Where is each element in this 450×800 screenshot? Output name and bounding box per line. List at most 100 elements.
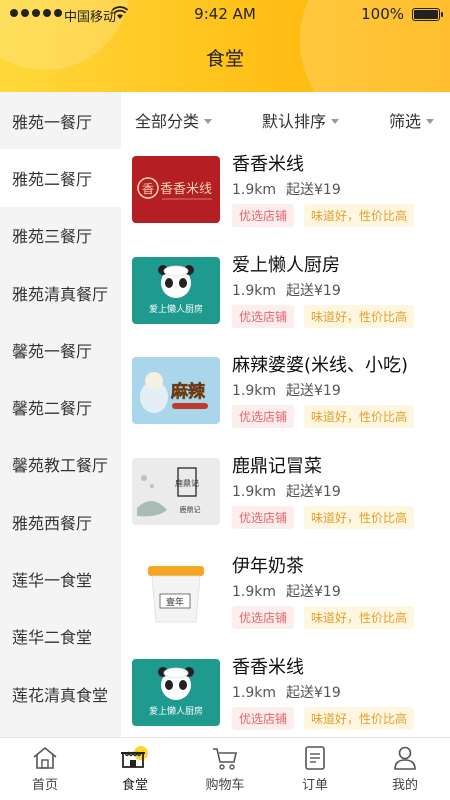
shop-distance: 1.9km (232, 283, 277, 299)
shop-tags: 优选店铺 味道好，性价比高 (232, 204, 415, 227)
shop-tags: 优选店铺 味道好，性价比高 (232, 506, 415, 529)
shop-meta: 1.9km 起送¥19 (232, 481, 351, 501)
shop-card[interactable]: 香 香香米线 香香米线 1.9km 起送¥19 优选店铺 味道好，性价比高 (121, 154, 450, 256)
shop-min-order: 起送¥19 (286, 484, 341, 500)
canteen-sidebar: 雅苑一餐厅 雅苑二餐厅 雅苑三餐厅 雅苑清真餐厅 馨苑一餐厅 馨苑二餐厅 馨苑教… (0, 92, 121, 737)
featured-badge: 优选店铺 (232, 506, 295, 529)
shop-card[interactable]: 爱上懒人厨房 香香米线 1.9km 起送¥19 优选店铺 味道好，性价比高 (121, 657, 450, 737)
profile-icon (394, 746, 416, 770)
shop-logo-text: 爱上懒人厨房 (149, 705, 203, 717)
sidebar-item-label: 馨苑教工餐厅 (12, 456, 109, 476)
header-bar: 中国移动 9:42 AM 100% 食堂 (0, 0, 450, 92)
sidebar-item-label: 雅苑西餐厅 (12, 513, 93, 533)
sidebar-item-label: 莲华二食堂 (12, 628, 93, 648)
shop-distance: 1.9km (232, 182, 277, 198)
sidebar-item-label: 雅苑一餐厅 (12, 112, 93, 132)
caret-down-icon (204, 118, 213, 124)
shop-image: 爱上懒人厨房 (132, 257, 220, 324)
shop-meta: 1.9km 起送¥19 (232, 179, 351, 199)
sidebar-item[interactable]: 雅苑三餐厅 (0, 207, 121, 264)
filter-bar: 全部分类 默认排序 筛选 (121, 92, 450, 148)
sidebar-item[interactable]: 莲华二食堂 (0, 608, 121, 665)
svg-text:香: 香 (142, 182, 154, 196)
screen-filter-label: 筛选 (388, 112, 421, 131)
featured-badge: 优选店铺 (232, 305, 295, 328)
category-filter-label: 全部分类 (135, 112, 200, 131)
shop-image: 壹年 (132, 558, 220, 625)
status-bar: 中国移动 9:42 AM 100% (0, 0, 450, 30)
shop-name: 鹿鼎记冒菜 (232, 456, 322, 477)
shop-tags: 优选店铺 味道好，性价比高 (232, 305, 415, 328)
review-badge: 味道好，性价比高 (304, 606, 415, 629)
shop-name: 香香米线 (232, 657, 304, 678)
home-icon (33, 746, 57, 769)
order-icon (305, 746, 325, 770)
shop-min-order: 起送¥19 (286, 283, 341, 299)
shop-image: 爱上懒人厨房 (132, 659, 220, 726)
review-badge: 味道好，性价比高 (304, 204, 415, 227)
shop-name: 麻辣婆婆(米线、小吃) (232, 355, 409, 376)
shop-list-panel: 全部分类 默认排序 筛选 香 香香米线 香香米线 1.9km 起送¥19 优选店铺… (121, 92, 450, 737)
featured-badge: 优选店铺 (232, 204, 295, 227)
shop-tags: 优选店铺 味道好，性价比高 (232, 606, 415, 629)
shop-card[interactable]: 鹿鼎记 鹿鼎记 鹿鼎记冒菜 1.9km 起送¥19 优选店铺 味道好，性价比高 (121, 456, 450, 558)
tab-profile[interactable]: 我的 (360, 738, 450, 800)
shop-tags: 优选店铺 味道好，性价比高 (232, 405, 415, 428)
sidebar-item[interactable]: 莲花清真食堂 (0, 665, 121, 722)
shop-card[interactable]: 爱上懒人厨房 爱上懒人厨房 1.9km 起送¥19 优选店铺 味道好，性价比高 (121, 255, 450, 357)
sidebar-item[interactable]: 莲华一食堂 (0, 550, 121, 607)
sidebar-item[interactable]: 馨苑教工餐厅 (0, 436, 121, 493)
sidebar-item-label: 馨苑一餐厅 (12, 341, 93, 361)
shop-name: 香香米线 (232, 154, 304, 175)
page-title: 食堂 (205, 48, 244, 70)
featured-badge: 优选店铺 (232, 606, 295, 629)
tab-label: 我的 (391, 778, 418, 793)
review-badge: 味道好，性价比高 (304, 405, 415, 428)
caret-down-icon (331, 118, 339, 124)
screen-filter[interactable]: 筛选 (389, 108, 434, 132)
shop-name: 伊年奶茶 (232, 556, 304, 577)
featured-badge: 优选店铺 (232, 707, 295, 730)
sidebar-item[interactable]: 馨苑二餐厅 (0, 378, 121, 435)
bottom-tab-bar: 首页 食堂 购物车 订单 我的 (0, 737, 450, 800)
tab-cart[interactable]: 购物车 (180, 738, 270, 800)
shop-distance: 1.9km (232, 584, 277, 600)
shop-tags: 优选店铺 味道好，性价比高 (232, 707, 415, 730)
shop-min-order: 起送¥19 (286, 383, 341, 399)
canteen-icon (121, 746, 148, 768)
review-badge: 味道好，性价比高 (304, 506, 415, 529)
shop-logo-text: 爱上懒人厨房 (149, 303, 203, 315)
shop-distance: 1.9km (232, 383, 277, 399)
shop-distance: 1.9km (232, 484, 277, 500)
sidebar-item-label: 莲华一食堂 (12, 571, 93, 591)
shop-meta: 1.9km 起送¥19 (232, 581, 351, 601)
shop-card[interactable]: 麻辣 麻辣婆婆(米线、小吃) 1.9km 起送¥19 优选店铺 味道好，性价比高 (121, 355, 450, 457)
shop-meta: 1.9km 起送¥19 (232, 280, 351, 300)
tab-home[interactable]: 首页 (0, 738, 90, 800)
tab-canteen[interactable]: 食堂 (90, 738, 180, 800)
category-filter[interactable]: 全部分类 (135, 108, 213, 132)
shop-card[interactable]: 壹年 伊年奶茶 1.9km 起送¥19 优选店铺 味道好，性价比高 (121, 556, 450, 658)
sidebar-item[interactable]: 雅苑西餐厅 (0, 493, 121, 550)
tab-orders[interactable]: 订单 (270, 738, 360, 800)
shop-min-order: 起送¥19 (286, 182, 341, 198)
sidebar-item[interactable]: 雅苑清真餐厅 (0, 264, 121, 321)
shop-min-order: 起送¥19 (286, 685, 341, 701)
sidebar-item-label: 雅苑清真餐厅 (12, 284, 109, 304)
sort-filter[interactable]: 默认排序 (262, 108, 339, 132)
shop-meta: 1.9km 起送¥19 (232, 682, 351, 702)
caret-down-icon (425, 118, 434, 124)
sidebar-item[interactable]: 雅苑一餐厅 (0, 92, 121, 149)
shop-min-order: 起送¥19 (286, 584, 341, 600)
sidebar-item-label: 馨苑二餐厅 (12, 399, 93, 419)
sidebar-item[interactable]: 馨苑一餐厅 (0, 321, 121, 378)
sidebar-item-active[interactable]: 雅苑二餐厅 (0, 149, 121, 207)
sidebar-item-label: 莲花清真食堂 (12, 685, 109, 705)
shop-logo-text: 麻辣 (170, 381, 206, 402)
tab-label: 购物车 (205, 778, 245, 793)
shop-name: 爱上懒人厨房 (232, 255, 340, 276)
shop-image: 麻辣 (132, 357, 220, 424)
tab-label: 首页 (31, 778, 58, 793)
review-badge: 味道好，性价比高 (304, 707, 415, 730)
sort-filter-label: 默认排序 (261, 112, 326, 131)
